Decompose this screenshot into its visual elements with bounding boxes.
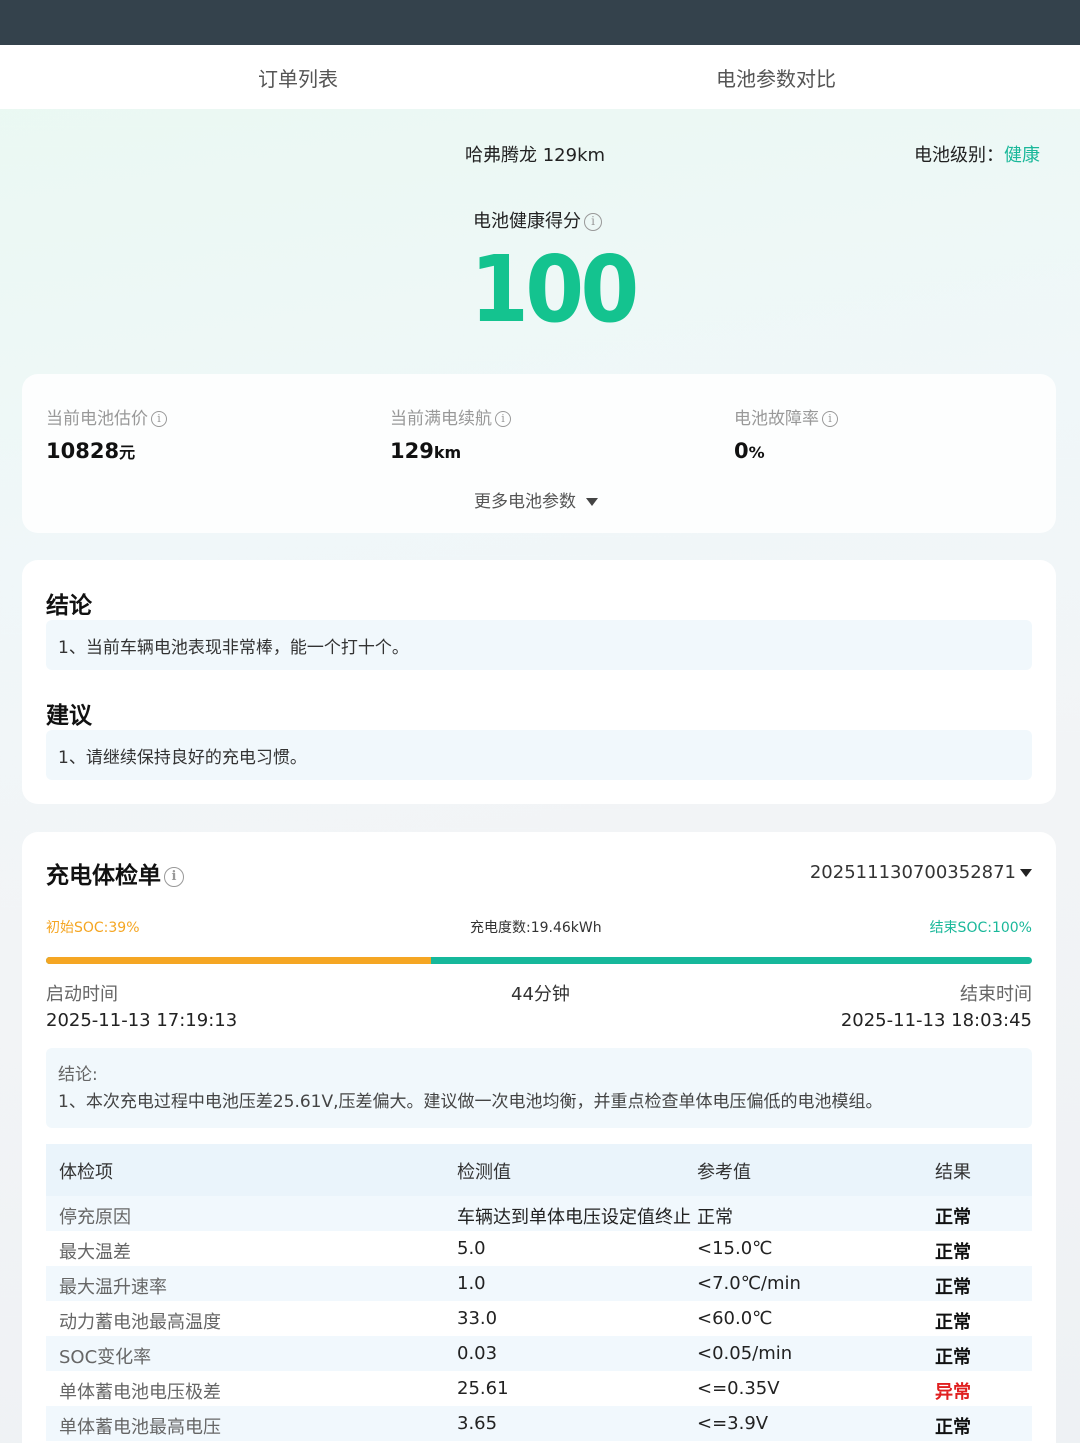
table-cell: 3.65 xyxy=(457,1413,498,1434)
stat-value: 0% xyxy=(734,439,765,463)
battery-level: 电池级别：健康 xyxy=(914,141,1040,167)
table-cell: 正常 xyxy=(935,1347,971,1368)
stat-label: 当前满电续航 i xyxy=(390,404,511,429)
end-time-value: 2025-11-13 18:03:45 xyxy=(840,1010,1032,1031)
table-cell: 正常 xyxy=(935,1207,971,1228)
soc-start-label: 初始SOC:39% xyxy=(46,920,140,936)
table-cell: <0.05/min xyxy=(697,1343,793,1364)
tab-order-list[interactable]: 订单列表 xyxy=(258,63,338,92)
start-time-value: 2025-11-13 17:19:13 xyxy=(46,1010,238,1031)
table-row: 单体蓄电池电压极差 25.61 <=0.35V 异常 xyxy=(46,1371,1032,1406)
charge-conclusion: 结论: 1、本次充电过程中电池压差25.61V,压差偏大。建议做一次电池均衡，并… xyxy=(46,1048,1032,1128)
battery-level-label: 电池级别： xyxy=(914,145,1004,166)
soc-end-label: 结束SOC:100% xyxy=(929,920,1032,936)
table-row: 最大温升速率 1.0 <7.0℃/min 正常 xyxy=(46,1266,1032,1301)
stat-full-range: 当前满电续航 i 129km xyxy=(390,404,511,463)
table-header-cell: 参考值 xyxy=(697,1162,751,1183)
info-icon[interactable]: i xyxy=(584,213,602,231)
conclusion-note: 1、当前车辆电池表现非常棒，能一个打十个。 xyxy=(46,620,1032,670)
table-row: 动力蓄电池最高温度 33.0 <60.0℃ 正常 xyxy=(46,1301,1032,1336)
info-icon[interactable]: i xyxy=(822,411,838,427)
table-row: SOC变化率 0.03 <0.05/min 正常 xyxy=(46,1336,1032,1371)
charge-conclusion-text: 1、本次充电过程中电池压差25.61V,压差偏大。建议做一次电池均衡，并重点检查… xyxy=(58,1092,883,1112)
table-cell: 异常 xyxy=(935,1382,971,1403)
table-cell: 正常 xyxy=(935,1277,971,1298)
table-cell: 正常 xyxy=(935,1242,971,1263)
stat-value: 10828元 xyxy=(46,439,136,463)
table-cell: 车辆达到单体电压设定值终止 xyxy=(457,1207,691,1228)
info-icon[interactable]: i xyxy=(151,411,167,427)
advice-title: 建议 xyxy=(46,703,92,729)
more-params-button[interactable]: 更多电池参数 xyxy=(474,487,598,512)
caret-down-icon xyxy=(586,498,598,506)
table-cell: 正常 xyxy=(697,1207,733,1228)
table-cell: 停充原因 xyxy=(59,1207,131,1228)
more-params-label: 更多电池参数 xyxy=(474,492,576,512)
charge-conclusion-label: 结论: xyxy=(58,1065,98,1085)
info-icon[interactable]: i xyxy=(164,866,184,887)
stat-label: 电池故障率 i xyxy=(734,404,838,429)
table-cell: 0.03 xyxy=(457,1343,498,1364)
table-cell: 最大温差 xyxy=(59,1242,131,1263)
table-header-cell: 检测值 xyxy=(457,1162,511,1183)
table-cell: 25.61 xyxy=(457,1378,509,1399)
table-row: 单体蓄电池最高电压 3.65 <=3.9V 正常 xyxy=(46,1406,1032,1441)
charge-report-card: 充电体检单 i 202511130700352871 初始SOC:39% 充电度数… xyxy=(22,832,1056,1443)
table-row: 最大温差 5.0 <15.0℃ 正常 xyxy=(46,1231,1032,1266)
table-header-cell: 结果 xyxy=(935,1162,971,1183)
conclusion-title: 结论 xyxy=(46,593,92,619)
table-cell: <7.0℃/min xyxy=(697,1273,801,1294)
health-score-title: 电池健康得分 i xyxy=(473,207,602,233)
conclusion-card: 结论 1、当前车辆电池表现非常棒，能一个打十个。 建议 1、请继续保持良好的充电… xyxy=(22,560,1056,804)
table-header-cell: 体检项 xyxy=(59,1162,113,1183)
vehicle-name: 哈弗腾龙 129km xyxy=(465,145,606,166)
battery-stats-card: 当前电池估价 i 10828元 当前满电续航 i 129km 电池故障率 i 0% 更… xyxy=(22,374,1056,533)
tab-bar: 订单列表 电池参数对比 xyxy=(0,45,1080,109)
table-cell: 最大温升速率 xyxy=(59,1277,167,1298)
check-table: 体检项 检测值 参考值 结果 停充原因 车辆达到单体电压设定值终止 正常 正常 最大温差… xyxy=(46,1144,1032,1441)
health-score-value: 100 xyxy=(470,236,639,343)
table-cell: 正常 xyxy=(935,1417,971,1438)
table-cell: 单体蓄电池电压极差 xyxy=(59,1382,221,1403)
table-cell: <=0.35V xyxy=(697,1378,780,1399)
table-cell: <60.0℃ xyxy=(697,1308,773,1329)
caret-down-icon xyxy=(1020,869,1032,877)
soc-progress-bar xyxy=(46,957,1032,964)
table-cell: <15.0℃ xyxy=(697,1238,773,1259)
table-cell: SOC变化率 xyxy=(59,1347,152,1368)
soc-start-segment xyxy=(46,957,431,964)
table-cell: 5.0 xyxy=(457,1238,486,1259)
table-cell: <=3.9V xyxy=(697,1413,769,1434)
charge-energy-label: 充电度数:19.46kWh xyxy=(470,920,602,936)
stat-battery-value: 当前电池估价 i 10828元 xyxy=(46,404,167,463)
health-score-label: 电池健康得分 xyxy=(473,211,581,232)
table-cell: 1.0 xyxy=(457,1273,486,1294)
table-header-row: 体检项 检测值 参考值 结果 xyxy=(46,1144,1032,1196)
top-status-bar xyxy=(0,0,1080,45)
advice-note: 1、请继续保持良好的充电习惯。 xyxy=(46,730,1032,780)
battery-level-value: 健康 xyxy=(1004,145,1040,166)
table-cell: 动力蓄电池最高温度 xyxy=(59,1312,221,1333)
start-time-label: 启动时间 xyxy=(46,984,118,1005)
end-time-label: 结束时间 xyxy=(960,984,1032,1005)
order-number: 202511130700352871 xyxy=(809,862,1016,883)
stat-fault-rate: 电池故障率 i 0% xyxy=(734,404,838,463)
charge-report-title: 充电体检单 i xyxy=(46,856,184,890)
tab-battery-compare[interactable]: 电池参数对比 xyxy=(716,63,836,92)
stat-value: 129km xyxy=(390,439,462,463)
order-select[interactable]: 202511130700352871 xyxy=(810,862,1032,883)
table-cell: 33.0 xyxy=(457,1308,498,1329)
stat-label: 当前电池估价 i xyxy=(46,404,167,429)
info-icon[interactable]: i xyxy=(495,411,511,427)
table-cell: 单体蓄电池最高电压 xyxy=(59,1417,221,1438)
table-row: 停充原因 车辆达到单体电压设定值终止 正常 正常 xyxy=(46,1196,1032,1231)
charge-duration: 44分钟 xyxy=(511,984,570,1005)
table-cell: 正常 xyxy=(935,1312,971,1333)
